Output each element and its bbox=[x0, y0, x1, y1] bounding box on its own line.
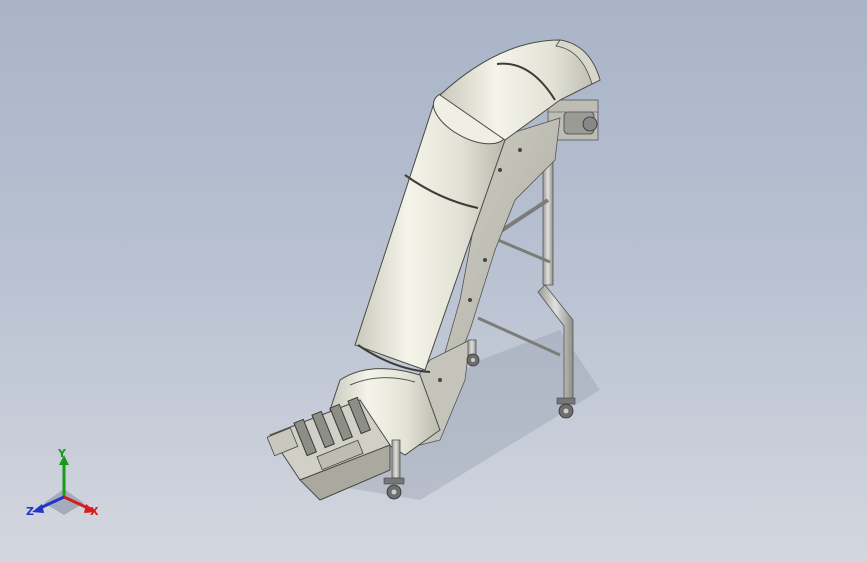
coordinate-triad: Y X Z bbox=[22, 445, 106, 525]
conveyor-model-icon[interactable] bbox=[0, 0, 867, 562]
triad-x-label: X bbox=[90, 505, 99, 518]
middle-caster bbox=[466, 339, 480, 367]
triad-y-label: Y bbox=[58, 447, 66, 460]
triad-z-label: Z bbox=[26, 505, 34, 518]
graphics-viewport[interactable]: Y X Z bbox=[0, 0, 867, 562]
